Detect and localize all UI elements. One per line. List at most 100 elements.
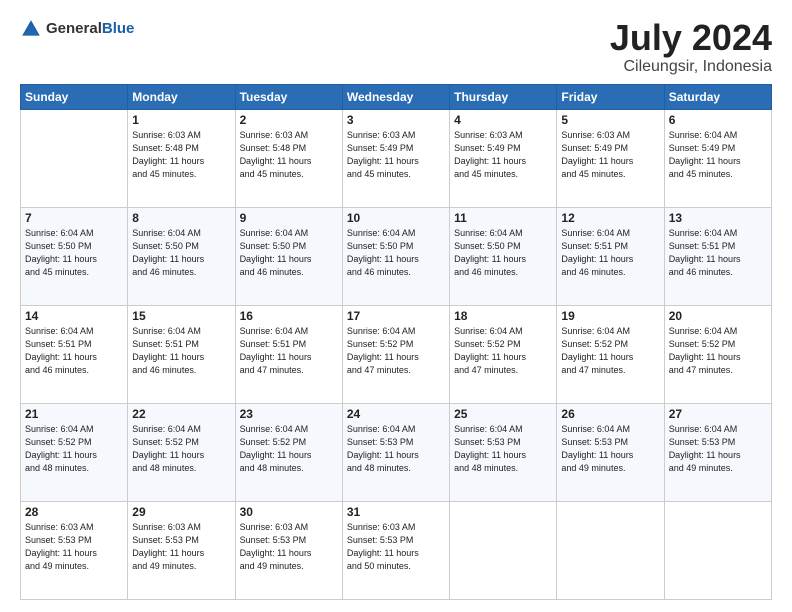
day-info: Sunrise: 6:04 AM Sunset: 5:53 PM Dayligh… [454,423,552,475]
calendar-day-cell: 7 Sunrise: 6:04 AM Sunset: 5:50 PM Daylig… [21,207,128,305]
day-number: 13 [669,211,767,225]
day-info: Sunrise: 6:04 AM Sunset: 5:52 PM Dayligh… [347,325,445,377]
day-info: Sunrise: 6:04 AM Sunset: 5:53 PM Dayligh… [669,423,767,475]
calendar-day-cell: 27 Sunrise: 6:04 AM Sunset: 5:53 PM Dayli… [664,403,771,501]
calendar-day-cell [557,501,664,599]
day-info: Sunrise: 6:04 AM Sunset: 5:51 PM Dayligh… [240,325,338,377]
day-of-week-header: Monday [128,84,235,109]
day-info: Sunrise: 6:04 AM Sunset: 5:52 PM Dayligh… [240,423,338,475]
day-info: Sunrise: 6:04 AM Sunset: 5:52 PM Dayligh… [25,423,123,475]
calendar-day-cell [450,501,557,599]
day-of-week-header: Tuesday [235,84,342,109]
day-number: 3 [347,113,445,127]
day-number: 19 [561,309,659,323]
calendar-day-cell: 22 Sunrise: 6:04 AM Sunset: 5:52 PM Dayli… [128,403,235,501]
day-info: Sunrise: 6:04 AM Sunset: 5:50 PM Dayligh… [454,227,552,279]
day-number: 29 [132,505,230,519]
day-info: Sunrise: 6:04 AM Sunset: 5:50 PM Dayligh… [240,227,338,279]
day-number: 9 [240,211,338,225]
day-number: 11 [454,211,552,225]
day-number: 22 [132,407,230,421]
day-number: 20 [669,309,767,323]
calendar-table: SundayMondayTuesdayWednesdayThursdayFrid… [20,84,772,600]
day-info: Sunrise: 6:04 AM Sunset: 5:52 PM Dayligh… [669,325,767,377]
calendar-day-cell [21,109,128,207]
calendar-day-cell: 2 Sunrise: 6:03 AM Sunset: 5:48 PM Daylig… [235,109,342,207]
day-of-week-header: Sunday [21,84,128,109]
day-number: 15 [132,309,230,323]
day-info: Sunrise: 6:03 AM Sunset: 5:48 PM Dayligh… [240,129,338,181]
calendar-week-row: 7 Sunrise: 6:04 AM Sunset: 5:50 PM Daylig… [21,207,772,305]
calendar-day-cell: 3 Sunrise: 6:03 AM Sunset: 5:49 PM Daylig… [342,109,449,207]
calendar-week-row: 14 Sunrise: 6:04 AM Sunset: 5:51 PM Dayli… [21,305,772,403]
calendar-day-cell: 21 Sunrise: 6:04 AM Sunset: 5:52 PM Dayli… [21,403,128,501]
calendar-day-cell: 25 Sunrise: 6:04 AM Sunset: 5:53 PM Dayli… [450,403,557,501]
calendar-day-cell: 8 Sunrise: 6:04 AM Sunset: 5:50 PM Daylig… [128,207,235,305]
calendar-day-cell: 24 Sunrise: 6:04 AM Sunset: 5:53 PM Dayli… [342,403,449,501]
day-info: Sunrise: 6:04 AM Sunset: 5:50 PM Dayligh… [132,227,230,279]
day-number: 12 [561,211,659,225]
calendar-day-cell: 6 Sunrise: 6:04 AM Sunset: 5:49 PM Daylig… [664,109,771,207]
day-number: 4 [454,113,552,127]
calendar-day-cell: 28Sunrise: 6:03 AM Sunset: 5:53 PM Dayli… [21,501,128,599]
day-info: Sunrise: 6:03 AM Sunset: 5:48 PM Dayligh… [132,129,230,181]
day-number: 28 [25,505,123,519]
day-number: 2 [240,113,338,127]
calendar-day-cell: 9 Sunrise: 6:04 AM Sunset: 5:50 PM Daylig… [235,207,342,305]
calendar-day-cell: 5Sunrise: 6:03 AM Sunset: 5:49 PM Daylig… [557,109,664,207]
day-number: 21 [25,407,123,421]
day-number: 8 [132,211,230,225]
day-number: 7 [25,211,123,225]
day-info: Sunrise: 6:03 AM Sunset: 5:53 PM Dayligh… [240,521,338,573]
calendar-day-cell [664,501,771,599]
day-number: 14 [25,309,123,323]
day-number: 25 [454,407,552,421]
day-number: 31 [347,505,445,519]
day-info: Sunrise: 6:04 AM Sunset: 5:50 PM Dayligh… [347,227,445,279]
calendar-day-cell: 4 Sunrise: 6:03 AM Sunset: 5:49 PM Daylig… [450,109,557,207]
calendar-week-row: 28 Sunrise: 6:03 AM Sunset: 5:53 PM Dayli… [21,501,772,599]
page: GeneralBlue July 2024 Cileungsir, Indone… [0,0,792,612]
day-info: Sunrise: 6:04 AM Sunset: 5:51 PM Dayligh… [561,227,659,279]
day-number: 10 [347,211,445,225]
day-number: 1 [132,113,230,127]
calendar-day-cell: 13Sunrise: 6:04 AM Sunset: 5:51 PM Dayli… [664,207,771,305]
day-info: Sunrise: 6:04 AM Sunset: 5:52 PM Dayligh… [454,325,552,377]
calendar-day-cell: 12 Sunrise: 6:04 AM Sunset: 5:51 PM Dayli… [557,207,664,305]
calendar-day-cell: 16 Sunrise: 6:04 AM Sunset: 5:51 PM Dayli… [235,305,342,403]
calendar-day-cell: 1 Sunrise: 6:03 AM Sunset: 5:48 PM Daylig… [128,109,235,207]
logo: GeneralBlue [20,18,134,40]
day-of-week-header: Wednesday [342,84,449,109]
calendar-day-cell: 11 Sunrise: 6:04 AM Sunset: 5:50 PM Dayli… [450,207,557,305]
calendar-week-row: 21 Sunrise: 6:04 AM Sunset: 5:52 PM Dayli… [21,403,772,501]
day-info: Sunrise: 6:03 AM Sunset: 5:49 PM Dayligh… [454,129,552,181]
logo-general: GeneralBlue [46,20,134,38]
calendar-day-cell: 29 Sunrise: 6:03 AM Sunset: 5:53 PM Dayli… [128,501,235,599]
calendar-week-row: 1 Sunrise: 6:03 AM Sunset: 5:48 PM Daylig… [21,109,772,207]
calendar-day-cell: 17 Sunrise: 6:04 AM Sunset: 5:52 PM Dayli… [342,305,449,403]
day-info: Sunrise: 6:03 AM Sunset: 5:49 PM Dayligh… [561,129,659,181]
day-number: 6 [669,113,767,127]
title-block: July 2024 Cileungsir, Indonesia [610,18,772,76]
day-number: 24 [347,407,445,421]
day-of-week-header: Thursday [450,84,557,109]
logo-icon [20,18,42,40]
calendar-day-cell: 26Sunrise: 6:04 AM Sunset: 5:53 PM Dayli… [557,403,664,501]
day-info: Sunrise: 6:04 AM Sunset: 5:51 PM Dayligh… [132,325,230,377]
day-info: Sunrise: 6:04 AM Sunset: 5:50 PM Dayligh… [25,227,123,279]
calendar-day-cell: 20 Sunrise: 6:04 AM Sunset: 5:52 PM Dayli… [664,305,771,403]
day-of-week-header: Saturday [664,84,771,109]
calendar-location: Cileungsir, Indonesia [610,58,772,76]
day-info: Sunrise: 6:03 AM Sunset: 5:53 PM Dayligh… [347,521,445,573]
day-info: Sunrise: 6:03 AM Sunset: 5:53 PM Dayligh… [132,521,230,573]
calendar-day-cell: 19Sunrise: 6:04 AM Sunset: 5:52 PM Dayli… [557,305,664,403]
day-number: 16 [240,309,338,323]
day-of-week-header: Friday [557,84,664,109]
day-info: Sunrise: 6:04 AM Sunset: 5:53 PM Dayligh… [347,423,445,475]
day-number: 17 [347,309,445,323]
calendar-header-row: SundayMondayTuesdayWednesdayThursdayFrid… [21,84,772,109]
day-info: Sunrise: 6:04 AM Sunset: 5:52 PM Dayligh… [132,423,230,475]
day-number: 27 [669,407,767,421]
day-info: Sunrise: 6:03 AM Sunset: 5:49 PM Dayligh… [347,129,445,181]
day-info: Sunrise: 6:04 AM Sunset: 5:49 PM Dayligh… [669,129,767,181]
